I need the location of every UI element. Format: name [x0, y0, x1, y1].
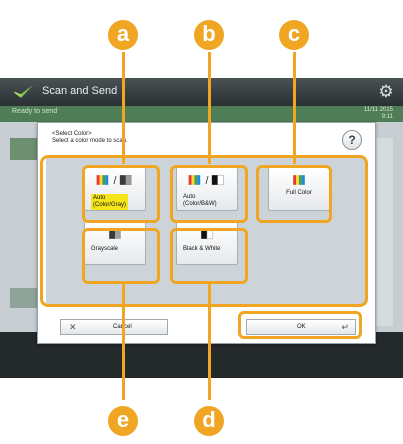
highlight-ok-button: [238, 311, 362, 339]
gear-icon[interactable]: ⚙: [377, 83, 395, 101]
app-title: Scan and Send: [42, 85, 118, 97]
cancel-button[interactable]: ✕ Cancel: [60, 319, 168, 335]
callout-d: d: [194, 406, 224, 436]
highlight-color-options-group: [40, 155, 368, 307]
breadcrumb: Ready to send: [12, 108, 58, 115]
clock-readout: 11/11 2015 9:11: [363, 107, 393, 120]
callout-a: a: [108, 20, 138, 50]
background-scrollbar: [373, 138, 393, 326]
callout-line-a: [122, 52, 125, 164]
dialog-subtitle: Select a color mode to scan.: [52, 138, 128, 144]
close-icon: ✕: [69, 322, 77, 332]
background-tab: [10, 138, 38, 160]
callout-e: e: [108, 406, 138, 436]
callout-line-b: [208, 52, 211, 164]
callout-c: c: [279, 20, 309, 50]
help-button[interactable]: ?: [342, 130, 362, 150]
scan-send-logo-icon: [13, 85, 33, 98]
callout-b: b: [194, 20, 224, 50]
top-bar: Scan and Send ⚙: [0, 78, 403, 106]
status-strip: [0, 106, 403, 122]
callout-line-c: [293, 52, 296, 164]
dialog-title: <Select Color>: [52, 131, 92, 137]
